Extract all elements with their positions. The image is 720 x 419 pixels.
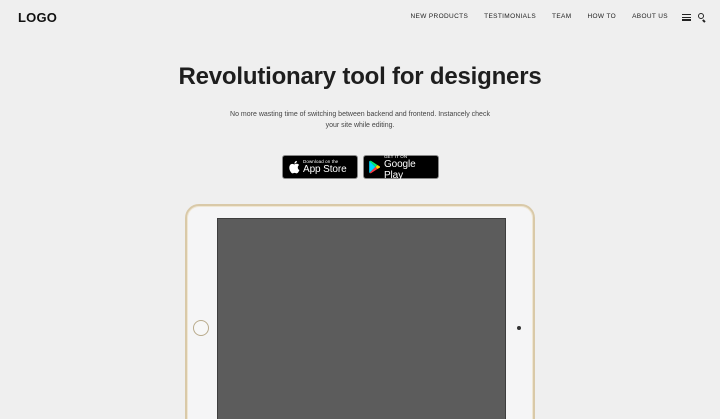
tablet-mockup <box>185 204 535 419</box>
hero-title: Revolutionary tool for designers <box>178 63 542 90</box>
main-nav: NEW PRODUCTS TESTIMONIALS TEAM HOW TO AB… <box>410 12 706 23</box>
tablet-camera <box>517 326 521 330</box>
nav-how-to[interactable]: HOW TO <box>587 12 616 22</box>
hero-subtitle: No more wasting time of switching betwee… <box>230 111 490 129</box>
google-play-big-text: Google Play <box>383 158 416 181</box>
app-store-button[interactable]: Download on the App Store <box>282 155 358 179</box>
google-play-button[interactable]: GET IT ON Google Play <box>363 154 439 181</box>
nav-testimonials[interactable]: TESTIMONIALS <box>484 12 536 22</box>
nav-team[interactable]: TEAM <box>552 12 571 22</box>
logo[interactable]: LOGO <box>18 10 57 25</box>
search-icon[interactable] <box>697 13 706 23</box>
tablet-home-button <box>193 320 209 336</box>
nav-new-products[interactable]: NEW PRODUCTS <box>410 12 468 22</box>
apple-icon <box>289 160 300 174</box>
tablet-screen <box>217 218 506 419</box>
google-play-icon <box>369 160 381 174</box>
store-badges: Download on the App Store GET IT ON Goog… <box>282 154 439 181</box>
app-store-big-text: App Store <box>303 164 347 175</box>
hamburger-menu-icon[interactable] <box>682 13 692 21</box>
nav-about-us[interactable]: ABOUT US <box>632 12 668 22</box>
